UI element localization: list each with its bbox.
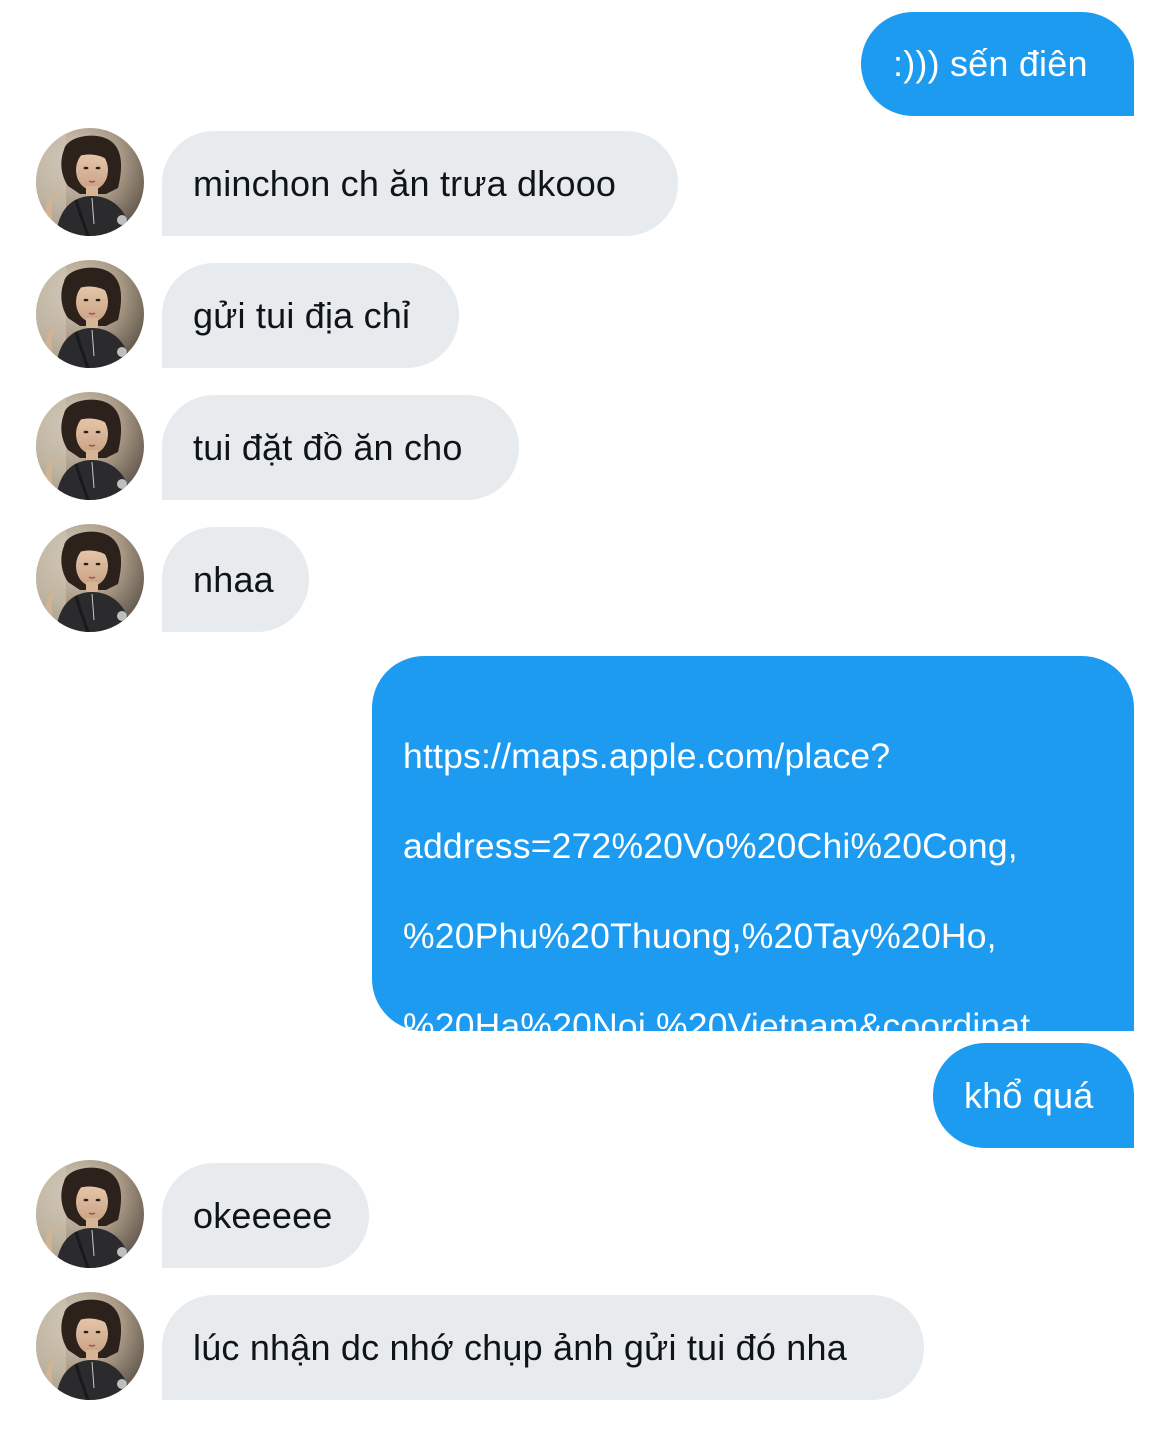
message-bubble[interactable]: khổ quá [933,1043,1134,1148]
avatar-image [36,1292,144,1400]
message-bubble[interactable]: :))) sến điên [861,12,1134,116]
message-bubble[interactable]: okeeeee [162,1163,369,1268]
link-line[interactable]: %20Mall%20West%20Lake&place- [403,1184,1134,1229]
message-text: gửi tui địa chỉ [193,295,411,336]
message-bubble[interactable]: minchon ch ăn trưa dkooo [162,131,678,236]
link-line[interactable]: address=272%20Vo%20Chi%20Cong, [403,824,1134,869]
message-text: :))) sến điên [893,43,1088,84]
message-text: okeeeee [193,1195,333,1236]
message-bubble[interactable]: lúc nhận dc nhớ chụp ảnh gửi tui đó nha [162,1295,924,1400]
avatar-image [36,392,144,500]
avatar[interactable] [36,392,144,500]
message-text: khổ quá [964,1075,1094,1116]
message-text: tui đặt đồ ăn cho [193,427,463,468]
message-bubble[interactable]: tui đặt đồ ăn cho [162,395,519,500]
message-text: lúc nhận dc nhớ chụp ảnh gửi tui đó nha [193,1327,847,1368]
avatar-image [36,1160,144,1268]
message-bubble[interactable]: https://maps.apple.com/place? address=27… [372,656,1134,1316]
avatar[interactable] [36,260,144,368]
avatar[interactable] [36,128,144,236]
message-text: nhaa [193,559,274,600]
avatar-image [36,128,144,236]
avatar-image [36,524,144,632]
message-bubble[interactable]: nhaa [162,527,309,632]
link-line[interactable]: %20Phu%20Thuong,%20Tay%20Ho, [403,914,1134,959]
avatar[interactable] [36,1292,144,1400]
avatar[interactable] [36,1160,144,1268]
avatar[interactable] [36,524,144,632]
link-line[interactable]: https://maps.apple.com/place? [403,734,1134,779]
message-bubble[interactable]: gửi tui địa chỉ [162,263,459,368]
avatar-image [36,260,144,368]
message-text: minchon ch ăn trưa dkooo [193,163,617,204]
